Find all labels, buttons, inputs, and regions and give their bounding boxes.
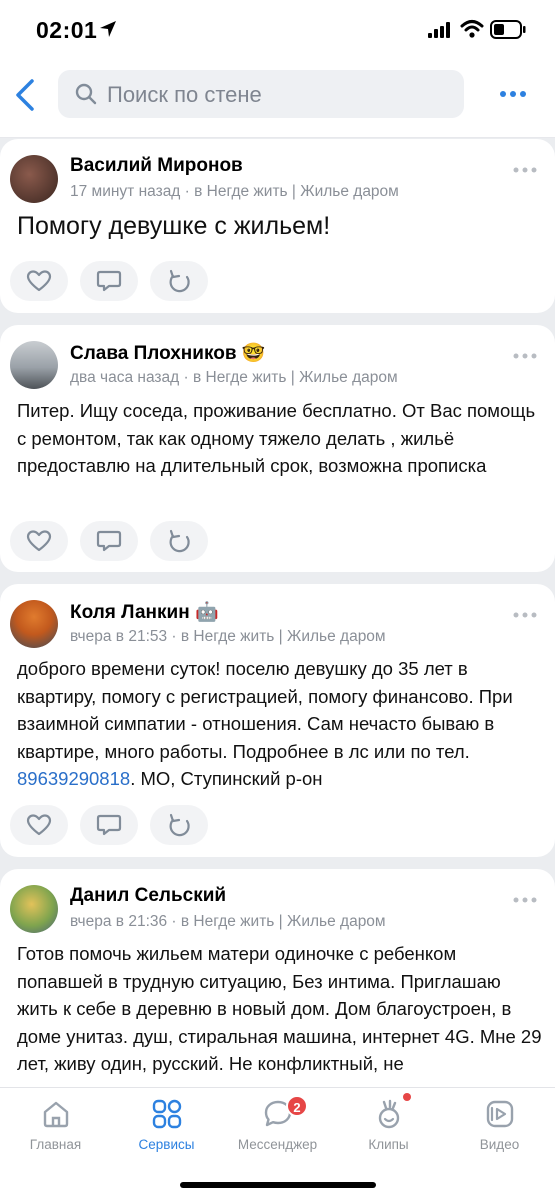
wall-search-input[interactable]: Поиск по стене xyxy=(58,70,464,118)
wall-post: Василий Миронов 17 минут назад · в Негде… xyxy=(0,139,555,313)
post-text: Готов помочь жильем матери одиночке с ре… xyxy=(17,943,542,1074)
tab-label: Сервисы xyxy=(138,1137,195,1152)
post-meta: вчера в 21:36 · в Негде жить | Жилье дар… xyxy=(70,913,386,930)
heart-icon xyxy=(26,270,52,292)
heart-icon xyxy=(26,814,52,836)
share-icon xyxy=(169,269,190,293)
post-options-icon[interactable] xyxy=(513,165,537,175)
comment-button[interactable] xyxy=(80,261,138,301)
comment-button[interactable] xyxy=(80,805,138,845)
home-indicator xyxy=(180,1182,376,1188)
post-text: доброго времени суток! поселю девушку до… xyxy=(17,658,513,789)
top-navigation-bar: Поиск по стене xyxy=(0,60,555,138)
status-bar: 02:01 xyxy=(0,0,555,60)
clips-icon xyxy=(378,1099,400,1129)
share-button[interactable] xyxy=(150,261,208,301)
signal-icon xyxy=(428,22,450,38)
avatar[interactable] xyxy=(10,600,58,648)
post-text: Питер. Ищу соседа, проживание бесплатно.… xyxy=(17,400,536,476)
tab-label: Мессенджер xyxy=(237,1137,318,1152)
search-placeholder: Поиск по стене xyxy=(107,82,262,107)
post-options-icon[interactable] xyxy=(513,351,537,361)
wall-post: Слава Плохников 🤓 два часа назад · в Нег… xyxy=(0,325,555,572)
comment-button[interactable] xyxy=(80,521,138,561)
author-emoji: 🤖 xyxy=(194,602,219,623)
comment-icon xyxy=(96,814,122,836)
share-button[interactable] xyxy=(150,521,208,561)
tab-video[interactable]: Видео xyxy=(444,1088,555,1168)
like-button[interactable] xyxy=(10,261,68,301)
avatar[interactable] xyxy=(10,155,58,203)
like-button[interactable] xyxy=(10,521,68,561)
like-button[interactable] xyxy=(10,805,68,845)
wifi-icon xyxy=(460,20,484,38)
avatar[interactable] xyxy=(10,885,58,933)
share-button[interactable] xyxy=(150,805,208,845)
tab-label: Видео xyxy=(479,1137,520,1152)
share-icon xyxy=(169,529,190,553)
comment-icon xyxy=(96,530,122,552)
post-author[interactable]: Василий Миронов xyxy=(70,155,243,177)
post-meta: вчера в 21:53 · в Негде жить | Жилье дар… xyxy=(70,628,386,645)
share-icon xyxy=(169,813,190,837)
tab-home[interactable]: Главная xyxy=(0,1088,111,1168)
avatar[interactable] xyxy=(10,341,58,389)
tab-clips[interactable]: Клипы xyxy=(333,1088,444,1168)
more-options-icon[interactable] xyxy=(498,82,528,106)
tab-label: Клипы xyxy=(368,1137,409,1152)
tab-messenger[interactable]: Мессенджер xyxy=(222,1088,333,1168)
video-icon xyxy=(486,1100,514,1128)
post-author[interactable]: Слава Плохников 🤓 xyxy=(70,341,265,365)
clips-notification-dot xyxy=(403,1093,411,1101)
post-text: Помогу девушке с жильем! xyxy=(17,212,331,240)
search-icon xyxy=(75,83,97,105)
post-author[interactable]: Коля Ланкин 🤖 xyxy=(70,600,219,624)
battery-icon xyxy=(490,20,526,39)
wall-post: Коля Ланкин 🤖 вчера в 21:53 · в Негде жи… xyxy=(0,584,555,857)
home-icon xyxy=(43,1101,69,1128)
comment-icon xyxy=(96,270,122,292)
back-arrow-icon[interactable] xyxy=(12,78,38,112)
heart-icon xyxy=(26,530,52,552)
status-time: 02:01 xyxy=(36,17,98,43)
wall-post: Данил Сельский вчера в 21:36 · в Негде ж… xyxy=(0,869,555,1109)
post-meta: два часа назад · в Негде жить | Жилье да… xyxy=(70,369,398,386)
post-options-icon[interactable] xyxy=(513,895,537,905)
location-arrow-icon xyxy=(100,21,116,37)
post-author[interactable]: Данил Сельский xyxy=(70,885,226,907)
author-emoji: 🤓 xyxy=(241,343,266,364)
tab-label: Главная xyxy=(29,1137,82,1152)
unread-badge: 2 xyxy=(286,1095,308,1117)
phone-link[interactable]: 89639290818 xyxy=(17,768,130,789)
tab-services[interactable]: Сервисы xyxy=(111,1088,222,1168)
services-icon xyxy=(152,1099,182,1129)
post-options-icon[interactable] xyxy=(513,610,537,620)
post-meta: 17 минут назад · в Негде жить | Жилье да… xyxy=(70,183,399,200)
